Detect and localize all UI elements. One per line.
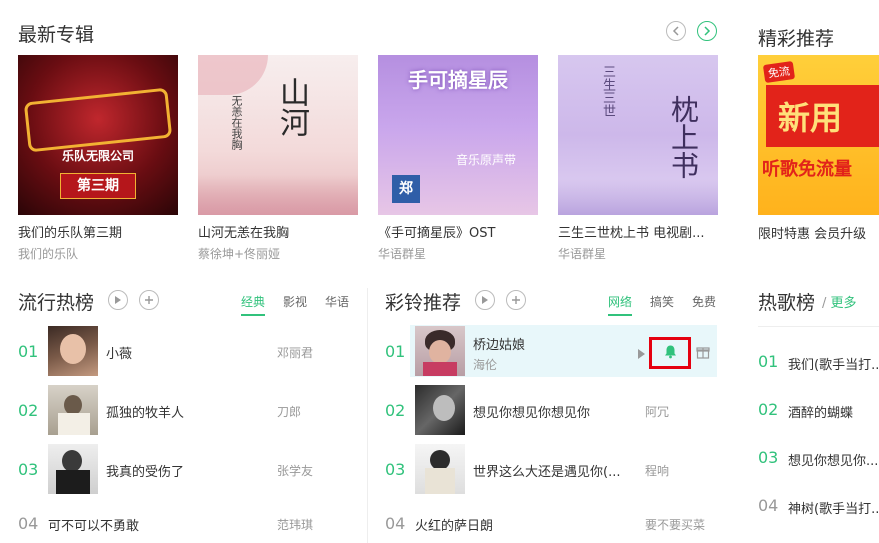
tab-funny[interactable]: 搞笑 bbox=[650, 293, 674, 316]
hot-chart-title: 热歌榜 bbox=[758, 292, 816, 314]
gift-icon[interactable] bbox=[696, 344, 710, 363]
label-logo-icon: 郑 bbox=[392, 175, 420, 203]
album-cover[interactable]: 山河 无恙在我胸 bbox=[198, 55, 358, 215]
song-title[interactable]: 孤独的牧羊人 bbox=[106, 402, 184, 421]
singer-name[interactable]: 范玮琪 bbox=[277, 516, 313, 533]
singer-name[interactable]: 邓丽君 bbox=[277, 344, 313, 361]
album-cover[interactable]: 三生三世 枕上书 bbox=[558, 55, 718, 215]
play-icon[interactable] bbox=[475, 290, 495, 310]
rank-number: 03 bbox=[385, 460, 406, 479]
rank-number: 02 bbox=[758, 400, 779, 419]
album-card[interactable]: 山河 无恙在我胸 山河无恙在我胸 蔡徐坤+佟丽娅 bbox=[198, 55, 358, 262]
rank-number: 01 bbox=[18, 342, 39, 361]
album-name[interactable]: 《手可摘星辰》OST bbox=[378, 222, 538, 241]
song-thumbnail[interactable] bbox=[48, 326, 98, 376]
tab-classic[interactable]: 经典 bbox=[241, 293, 266, 316]
rank-number: 04 bbox=[758, 496, 779, 515]
album-card[interactable]: 乐队无限公司 第三期 我们的乐队第三期 我们的乐队 bbox=[18, 55, 178, 262]
song-title[interactable]: 桥边姑娘 bbox=[473, 334, 525, 353]
rank-number: 02 bbox=[18, 401, 39, 420]
song-title[interactable]: 世界这么大还是遇见你(... bbox=[473, 461, 620, 480]
ringtone-chart-tabs: 网络 搞笑 免费 bbox=[608, 293, 716, 316]
rank-number: 03 bbox=[758, 448, 779, 467]
column-divider bbox=[367, 288, 368, 543]
cover-text: 枕上书 bbox=[667, 95, 700, 179]
featured-banner[interactable]: 免流 新用 听歌免流量 bbox=[758, 55, 879, 215]
singer-name[interactable]: 刀郎 bbox=[277, 403, 301, 420]
album-card[interactable]: 三生三世 枕上书 三生三世枕上书 电视剧... 华语群星 bbox=[558, 55, 718, 262]
banner-line2: 听歌免流量 bbox=[762, 159, 852, 180]
singer-name[interactable]: 要不要买菜 bbox=[645, 516, 705, 533]
play-icon[interactable] bbox=[637, 345, 646, 364]
ringtone-bell-icon[interactable] bbox=[663, 344, 678, 363]
cover-text: 山河 bbox=[274, 77, 309, 137]
rank-number: 01 bbox=[385, 342, 406, 361]
rank-number: 02 bbox=[385, 401, 406, 420]
album-artist[interactable]: 蔡徐坤+佟丽娅 bbox=[198, 245, 358, 262]
cover-subtext: 第三期 bbox=[60, 173, 136, 199]
tab-film[interactable]: 影视 bbox=[283, 293, 307, 316]
singer-name[interactable]: 张学友 bbox=[277, 462, 313, 479]
rank-number: 03 bbox=[18, 460, 39, 479]
banner-tag: 免流 bbox=[762, 60, 796, 84]
song-thumbnail[interactable] bbox=[415, 326, 465, 376]
album-name[interactable]: 山河无恙在我胸 bbox=[198, 222, 358, 241]
singer-name[interactable]: 海伦 bbox=[473, 356, 497, 373]
more-label[interactable]: 更多 bbox=[831, 296, 857, 311]
song-title[interactable]: 酒醉的蝴蝶 bbox=[788, 402, 853, 421]
cover-text: 手可摘星辰 bbox=[408, 68, 508, 92]
song-title[interactable]: 小薇 bbox=[106, 343, 132, 362]
cover-subtext: 音乐原声带 bbox=[456, 153, 517, 167]
featured-title: 精彩推荐 bbox=[758, 28, 835, 50]
album-artist[interactable]: 华语群星 bbox=[378, 245, 538, 262]
album-name[interactable]: 三生三世枕上书 电视剧... bbox=[558, 222, 718, 241]
cover-subtext: 三生三世 bbox=[600, 65, 615, 117]
banner-line1: 新用 bbox=[778, 99, 843, 137]
rank-number: 04 bbox=[385, 514, 406, 533]
album-artist[interactable]: 华语群星 bbox=[558, 245, 718, 262]
slash-separator: / bbox=[822, 296, 831, 311]
song-thumbnail[interactable] bbox=[48, 444, 98, 494]
popular-chart-tabs: 经典 影视 华语 bbox=[241, 293, 349, 316]
album-artist[interactable]: 我们的乐队 bbox=[18, 245, 178, 262]
more-link[interactable]: / 更多 bbox=[822, 292, 857, 311]
song-title[interactable]: 神树(歌手当打... bbox=[788, 498, 879, 517]
song-title[interactable]: 想见你想见你... bbox=[788, 450, 878, 469]
ringtone-chart-title: 彩铃推荐 bbox=[385, 292, 462, 314]
hot-chart-divider bbox=[758, 326, 879, 327]
song-title[interactable]: 火红的萨日朗 bbox=[415, 515, 493, 534]
tab-internet[interactable]: 网络 bbox=[608, 293, 633, 316]
album-cover[interactable]: 乐队无限公司 第三期 bbox=[18, 55, 178, 215]
rank-number: 04 bbox=[18, 514, 39, 533]
rank-number: 01 bbox=[758, 352, 779, 371]
singer-name[interactable]: 程响 bbox=[645, 462, 669, 479]
singer-name[interactable]: 阿冗 bbox=[645, 403, 669, 420]
tab-chinese[interactable]: 华语 bbox=[325, 293, 349, 316]
song-title[interactable]: 可不可以不勇敢 bbox=[48, 515, 139, 534]
song-thumbnail[interactable] bbox=[48, 385, 98, 435]
song-title[interactable]: 我们(歌手当打... bbox=[788, 354, 879, 373]
featured-caption[interactable]: 限时特惠 会员升级 bbox=[758, 223, 866, 242]
new-albums-title: 最新专辑 bbox=[18, 24, 95, 46]
next-arrow-icon[interactable] bbox=[697, 21, 717, 41]
album-card[interactable]: 手可摘星辰 音乐原声带 郑 《手可摘星辰》OST 华语群星 bbox=[378, 55, 538, 262]
popular-chart-title: 流行热榜 bbox=[18, 292, 95, 314]
add-icon[interactable] bbox=[506, 290, 526, 310]
play-icon[interactable] bbox=[108, 290, 128, 310]
album-name[interactable]: 我们的乐队第三期 bbox=[18, 222, 178, 241]
tab-free[interactable]: 免费 bbox=[692, 293, 716, 316]
prev-arrow-icon[interactable] bbox=[666, 21, 686, 41]
cover-text: 乐队无限公司 bbox=[61, 149, 134, 163]
song-title[interactable]: 想见你想见你想见你 bbox=[473, 402, 590, 421]
cover-subtext: 无恙在我胸 bbox=[230, 95, 243, 150]
song-title[interactable]: 我真的受伤了 bbox=[106, 461, 184, 480]
song-thumbnail[interactable] bbox=[415, 444, 465, 494]
album-cover[interactable]: 手可摘星辰 音乐原声带 郑 bbox=[378, 55, 538, 215]
song-thumbnail[interactable] bbox=[415, 385, 465, 435]
add-icon[interactable] bbox=[139, 290, 159, 310]
